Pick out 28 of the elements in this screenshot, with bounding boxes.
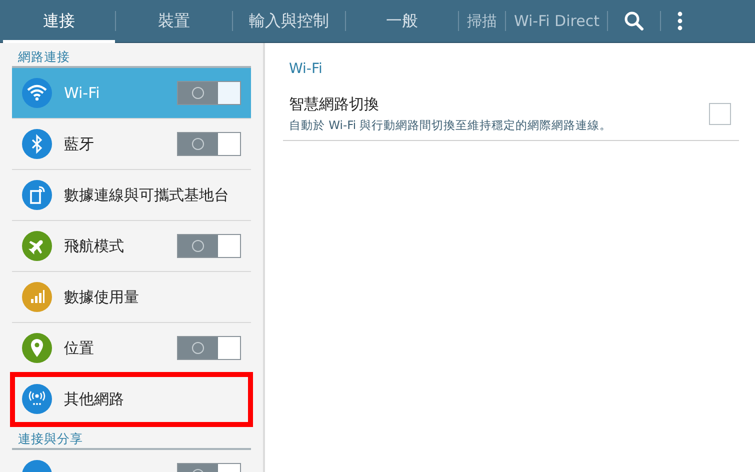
toggle-switch[interactable]	[177, 81, 241, 105]
action-button[interactable]: 掃描	[459, 0, 505, 42]
toggle-switch[interactable]	[177, 132, 241, 156]
sidebar-item[interactable]: 位置	[12, 323, 251, 374]
sidebar-item[interactable]: 飛航模式	[12, 221, 251, 272]
section-title: Wi-Fi	[289, 61, 324, 77]
tab[interactable]: 裝置	[116, 0, 232, 42]
item-label: 藍牙	[64, 134, 95, 154]
section-header: 連接與分享	[17, 430, 84, 445]
toggle-switch[interactable]	[177, 234, 241, 258]
toggle-switch[interactable]	[177, 336, 241, 360]
setting-label: 智慧網路切換	[289, 95, 380, 114]
item-label: 位置	[64, 338, 95, 358]
tab[interactable]: 輸入與控制	[233, 0, 345, 42]
sidebar-item[interactable]: 數據使用量	[12, 272, 251, 323]
item-label: 其他網路	[64, 390, 125, 408]
sidebar-item[interactable]: 數據連線與可攜式基地台	[12, 170, 251, 221]
sidebar-item[interactable]: 藍牙	[12, 119, 251, 170]
item-label: Wi-Fi	[64, 84, 101, 102]
item-label: 數據連線與可攜式基地台	[64, 186, 230, 204]
sidebar-item[interactable]: 其他網路	[12, 374, 251, 425]
setting-description: 自動於 Wi-Fi 與行動網路間切換至維持穩定的網際網路連線。	[289, 118, 613, 133]
tab[interactable]: 一般	[346, 0, 458, 42]
checkbox[interactable]	[709, 103, 731, 125]
section-header: 網路連接	[17, 48, 71, 63]
action-button[interactable]: Wi-Fi Direct	[506, 0, 608, 42]
item-label: 飛航模式	[64, 236, 125, 256]
item-label: 數據使用量	[64, 288, 140, 306]
